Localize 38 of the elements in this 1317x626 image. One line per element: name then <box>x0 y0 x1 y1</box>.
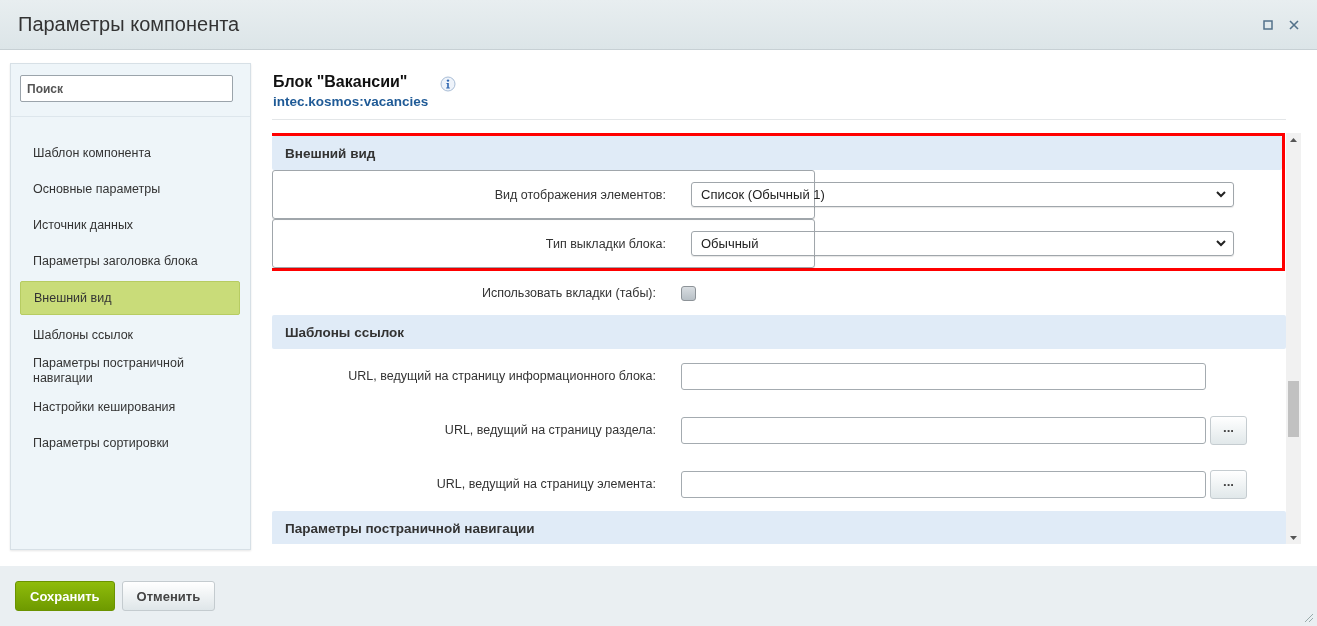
input-field[interactable] <box>681 362 1206 390</box>
info-icon[interactable] <box>440 76 457 92</box>
component-title: Блок "Вакансии" <box>273 73 409 91</box>
maximize-icon[interactable] <box>1263 19 1273 30</box>
cancel-button[interactable]: Отменить <box>121 581 216 611</box>
sidebar-item[interactable]: Параметры заголовка блока <box>20 245 240 277</box>
sidebar-item[interactable]: Основные параметры <box>20 173 240 205</box>
section-header: Параметры постраничной навигации <box>272 511 1286 544</box>
browse-button[interactable]: ... <box>1210 415 1247 445</box>
input-field[interactable] <box>681 416 1206 444</box>
sidebar-item[interactable]: Шаблоны ссылок <box>20 319 240 351</box>
sidebar-item[interactable]: Параметры сортировки <box>20 427 240 459</box>
field-label: Использовать вкладки (табы): <box>480 286 656 300</box>
sidebar-item[interactable]: Настройки кеширования <box>20 391 240 423</box>
field-label: Вид отображения элементов: <box>493 187 666 202</box>
sidebar-item[interactable]: Источник данных <box>20 209 240 241</box>
sidebar-item[interactable]: Шаблон компонента <box>20 137 240 169</box>
sidebar-item[interactable]: Внешний вид <box>20 281 240 315</box>
dropdown[interactable]: Список (Обычный 1) <box>691 182 1234 207</box>
resize-grip-icon[interactable] <box>1304 613 1314 623</box>
chevron-down-icon <box>1216 191 1226 198</box>
field-label: URL, ведущий на страницу элемента: <box>435 477 656 491</box>
scrollbar-drawing[interactable] <box>1286 133 1301 544</box>
sidebar-item[interactable]: Параметры постраничной навигации <box>20 355 240 387</box>
field-label: Тип выкладки блока: <box>544 236 666 251</box>
component-code: intec.kosmos:vacancies <box>273 94 429 109</box>
input-field[interactable] <box>681 470 1206 498</box>
section-header: Шаблоны ссылок <box>272 315 1286 349</box>
search-field[interactable]: Поиск <box>20 75 233 102</box>
field-label: URL, ведущий на страницу раздела: <box>443 423 656 437</box>
dropdown[interactable]: Обычный <box>691 231 1234 256</box>
close-icon[interactable] <box>1289 19 1299 30</box>
chevron-down-icon <box>1216 240 1226 247</box>
window-title: Параметры компонента <box>18 13 240 36</box>
browse-button[interactable]: ... <box>1210 469 1247 499</box>
field-label: URL, ведущий на страницу информационного блока: <box>347 369 656 383</box>
checkbox[interactable] <box>681 285 696 301</box>
section-header: Внешний вид <box>272 136 1282 170</box>
